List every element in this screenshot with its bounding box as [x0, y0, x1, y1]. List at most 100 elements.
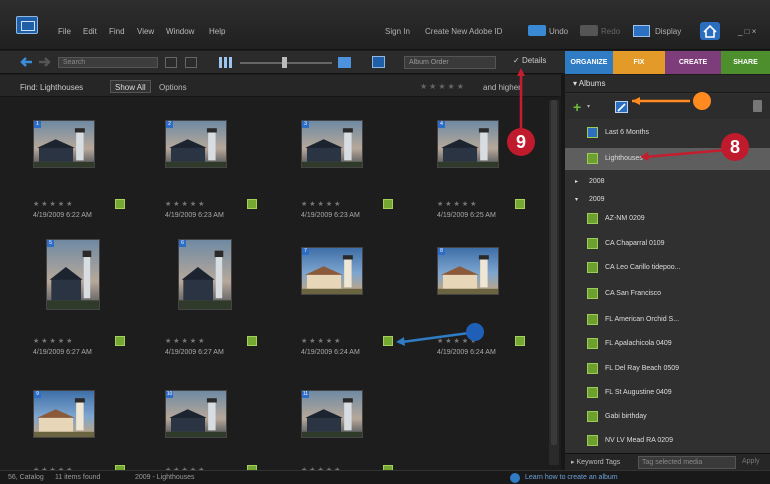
menu-file[interactable]: File — [58, 27, 71, 36]
album-label: AZ-NM 0209 — [605, 215, 645, 222]
album-item[interactable]: Gabi birthday — [565, 406, 770, 428]
photo-thumbnail[interactable]: 1 — [33, 120, 95, 168]
rating-stars[interactable]: ★★★★★ — [33, 337, 74, 345]
album-tag-icon — [383, 199, 393, 209]
find-bar: Find: Lighthouses Show All Options ★★★★★… — [0, 75, 565, 97]
grid-scroll-thumb[interactable] — [551, 100, 557, 445]
menu-view[interactable]: View — [137, 27, 154, 36]
thumbnail-size-small-icon[interactable] — [219, 57, 232, 68]
sort-order-select[interactable]: Album Order — [404, 56, 496, 69]
photo-thumbnail[interactable]: 4 — [437, 120, 499, 168]
photo-thumbnail[interactable]: 3 — [301, 120, 363, 168]
rating-stars[interactable]: ★★★★★ — [165, 337, 206, 345]
undo-button[interactable]: Undo — [549, 27, 568, 36]
photo-date: 4/19/2009 6:24 AM — [437, 349, 496, 356]
view-icon-2[interactable] — [185, 57, 197, 68]
window-controls[interactable]: _ □ × — [738, 27, 756, 36]
album-label: FL Del Ray Beach 0509 — [605, 365, 680, 372]
album-tag-icon — [515, 199, 525, 209]
thumbnail-size-large-icon[interactable] — [338, 57, 351, 68]
album-icon — [587, 153, 598, 164]
album-item[interactable]: FL Del Ray Beach 0509 — [565, 358, 770, 380]
photo-thumbnail[interactable]: 2 — [165, 120, 227, 168]
photo-thumbnail[interactable]: 5 — [46, 239, 100, 310]
apply-button[interactable]: Apply — [742, 458, 760, 465]
rating-stars[interactable]: ★★★★★ — [33, 200, 74, 208]
menu-find[interactable]: Find — [109, 27, 125, 36]
redo-icon[interactable] — [580, 25, 598, 36]
tab-fix[interactable]: FIX — [613, 51, 665, 74]
photo-thumbnail[interactable]: 11 — [301, 390, 363, 438]
album-label: FL Apalachicola 0409 — [605, 340, 672, 347]
rating-stars[interactable]: ★★★★★ — [301, 337, 342, 345]
find-label: Find: Lighthouses — [20, 83, 84, 92]
learn-link[interactable]: Learn how to create an album — [525, 474, 618, 481]
show-all-button[interactable]: Show All — [110, 80, 151, 93]
rating-stars[interactable]: ★★★★★ — [437, 337, 478, 345]
album-group-label: 2009 — [589, 196, 605, 203]
delete-album-trash-icon[interactable] — [753, 100, 762, 112]
photo-thumbnail[interactable]: 6 — [178, 239, 232, 310]
tab-share[interactable]: SHARE — [721, 51, 770, 74]
rating-filter-select[interactable]: and higher — [483, 83, 521, 92]
back-arrow-icon[interactable] — [20, 56, 33, 68]
photo-date: 4/19/2009 6:23 AM — [301, 212, 360, 219]
album-item[interactable]: FL American Orchid S... — [565, 309, 770, 331]
album-icon — [587, 411, 598, 422]
photo-thumbnail[interactable]: 7 — [301, 247, 363, 295]
album-tag-icon — [247, 199, 257, 209]
album-tag-icon — [515, 336, 525, 346]
photo-date: 4/19/2009 6:24 AM — [301, 349, 360, 356]
photo-thumbnail[interactable]: 8 — [437, 247, 499, 295]
view-icon-1[interactable] — [165, 57, 177, 68]
options-menu[interactable]: Options — [159, 83, 187, 92]
display-button[interactable]: Display — [655, 27, 681, 36]
album-item[interactable]: NV LV Mead RA 0209 — [565, 430, 770, 452]
keyword-tag-input[interactable]: Tag selected media — [638, 456, 736, 469]
menu-help[interactable]: Help — [209, 27, 225, 36]
rating-stars[interactable]: ★★★★★ — [301, 200, 342, 208]
workspace-tabs: ORGANIZE FIX CREATE SHARE — [565, 51, 770, 74]
rating-stars[interactable]: ★★★★★ — [165, 200, 206, 208]
rating-stars[interactable]: ★★★★★ — [437, 200, 478, 208]
add-album-icon[interactable]: + — [573, 99, 581, 115]
album-item[interactable]: AZ-NM 0209 — [565, 208, 770, 230]
album-item[interactable]: CA Leo Carillo tidepoo... — [565, 257, 770, 279]
details-checkbox[interactable]: ✓ Details — [513, 56, 546, 65]
full-screen-icon[interactable] — [372, 56, 385, 68]
album-item[interactable]: CA Chaparral 0109 — [565, 233, 770, 255]
album-icon — [587, 435, 598, 446]
undo-icon[interactable] — [528, 25, 546, 36]
menu-edit[interactable]: Edit — [83, 27, 97, 36]
redo-button[interactable]: Redo — [601, 27, 620, 36]
keyword-tags-label[interactable]: ▸ Keyword Tags — [571, 458, 620, 466]
tab-organize[interactable]: ORGANIZE — [565, 51, 613, 74]
album-label: FL St Augustine 0409 — [605, 389, 672, 396]
menu-window[interactable]: Window — [166, 27, 194, 36]
album-item[interactable]: FL Apalachicola 0409 — [565, 333, 770, 355]
home-icon[interactable] — [700, 22, 720, 40]
edit-album-icon[interactable] — [615, 101, 628, 113]
photo-thumbnail[interactable]: 10 — [165, 390, 227, 438]
chevron-down-icon[interactable]: ▾ — [575, 196, 578, 203]
add-album-dropdown-icon[interactable]: ▾ — [587, 103, 590, 110]
chevron-right-icon[interactable]: ▸ — [575, 178, 578, 185]
create-id-link[interactable]: Create New Adobe ID — [425, 27, 502, 36]
forward-arrow-icon[interactable] — [38, 56, 51, 68]
sign-in-link[interactable]: Sign In — [385, 27, 410, 36]
photo-thumbnail[interactable]: 9 — [33, 390, 95, 438]
rating-filter-stars[interactable]: ★★★★★ — [420, 82, 466, 91]
display-icon[interactable] — [633, 25, 650, 37]
search-input[interactable]: Search — [58, 57, 158, 68]
album-icon — [587, 127, 598, 138]
album-label: Lighthouses — [605, 155, 643, 162]
zoom-slider-handle[interactable] — [282, 57, 287, 68]
album-tag-icon — [383, 336, 393, 346]
tab-create[interactable]: CREATE — [665, 51, 721, 74]
callout-9: 9 — [507, 128, 535, 156]
photo-date: 4/19/2009 6:27 AM — [33, 349, 92, 356]
album-icon — [587, 338, 598, 349]
albums-header[interactable]: ▾ Albums — [565, 75, 770, 93]
album-item[interactable]: CA San Francisco — [565, 283, 770, 305]
album-item[interactable]: FL St Augustine 0409 — [565, 382, 770, 404]
